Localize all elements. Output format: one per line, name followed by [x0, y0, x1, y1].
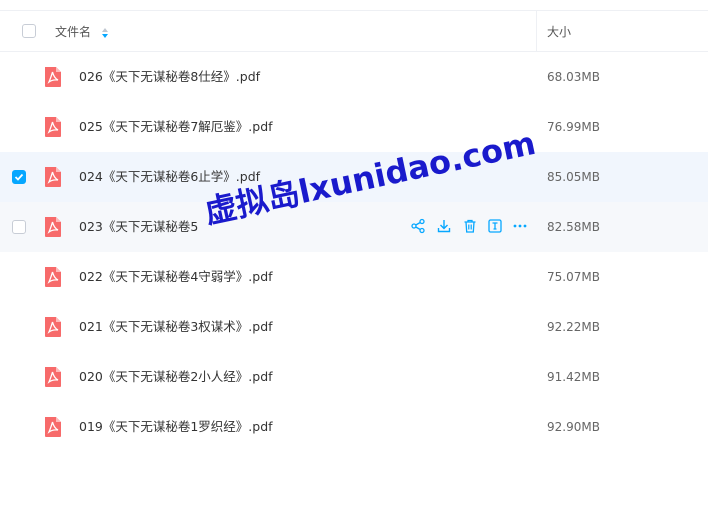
pdf-file-icon [45, 117, 61, 137]
file-size: 85.05MB [547, 170, 600, 184]
file-name[interactable]: 026《天下无谋秘卷8仕经》.pdf [79, 68, 260, 86]
row-checkbox-checked[interactable] [12, 170, 26, 184]
file-name[interactable]: 022《天下无谋秘卷4守弱学》.pdf [79, 268, 273, 286]
rename-icon[interactable] [487, 218, 503, 234]
file-size: 75.07MB [547, 270, 600, 284]
download-icon[interactable] [436, 218, 452, 234]
column-header-name[interactable]: 文件名 [55, 24, 91, 40]
file-name[interactable]: 019《天下无谋秘卷1罗织经》.pdf [79, 418, 273, 436]
list-header: 文件名 大小 [0, 10, 708, 52]
file-size: 68.03MB [547, 70, 600, 84]
file-row[interactable]: 026《天下无谋秘卷8仕经》.pdf 68.03MB [0, 52, 708, 102]
file-row[interactable]: 022《天下无谋秘卷4守弱学》.pdf 75.07MB [0, 252, 708, 302]
file-size: 92.90MB [547, 420, 600, 434]
more-icon[interactable] [512, 218, 528, 234]
file-list-page: 文件名 大小 026《天下无谋秘卷8仕经》.pdf 68.03MB 025《天下… [0, 0, 708, 525]
file-size: 82.58MB [547, 220, 600, 234]
pdf-file-icon [45, 267, 61, 287]
pdf-file-icon [45, 367, 61, 387]
column-divider[interactable] [536, 11, 537, 51]
file-size: 92.22MB [547, 320, 600, 334]
file-name[interactable]: 025《天下无谋秘卷7解厄鉴》.pdf [79, 118, 273, 136]
pdf-file-icon [45, 417, 61, 437]
pdf-file-icon [45, 67, 61, 87]
file-name[interactable]: 021《天下无谋秘卷3权谋术》.pdf [79, 318, 273, 336]
file-size: 76.99MB [547, 120, 600, 134]
file-row[interactable]: 021《天下无谋秘卷3权谋术》.pdf 92.22MB [0, 302, 708, 352]
file-size: 91.42MB [547, 370, 600, 384]
share-icon[interactable] [410, 218, 426, 234]
file-name[interactable]: 020《天下无谋秘卷2小人经》.pdf [79, 368, 273, 386]
select-all-checkbox[interactable] [22, 24, 36, 38]
column-header-size[interactable]: 大小 [547, 24, 571, 40]
file-row-hover[interactable]: 023《天下无谋秘卷5 82.58MB [0, 202, 708, 252]
row-checkbox[interactable] [12, 220, 26, 234]
file-row[interactable]: 020《天下无谋秘卷2小人经》.pdf 91.42MB [0, 352, 708, 402]
file-name[interactable]: 023《天下无谋秘卷5 [79, 218, 198, 236]
file-row[interactable]: 019《天下无谋秘卷1罗织经》.pdf 92.90MB [0, 402, 708, 452]
sort-icon[interactable] [101, 27, 109, 39]
pdf-file-icon [45, 217, 61, 237]
delete-icon[interactable] [462, 218, 478, 234]
pdf-file-icon [45, 317, 61, 337]
check-icon [14, 173, 24, 181]
pdf-file-icon [45, 167, 61, 187]
file-row[interactable]: 025《天下无谋秘卷7解厄鉴》.pdf 76.99MB [0, 102, 708, 152]
